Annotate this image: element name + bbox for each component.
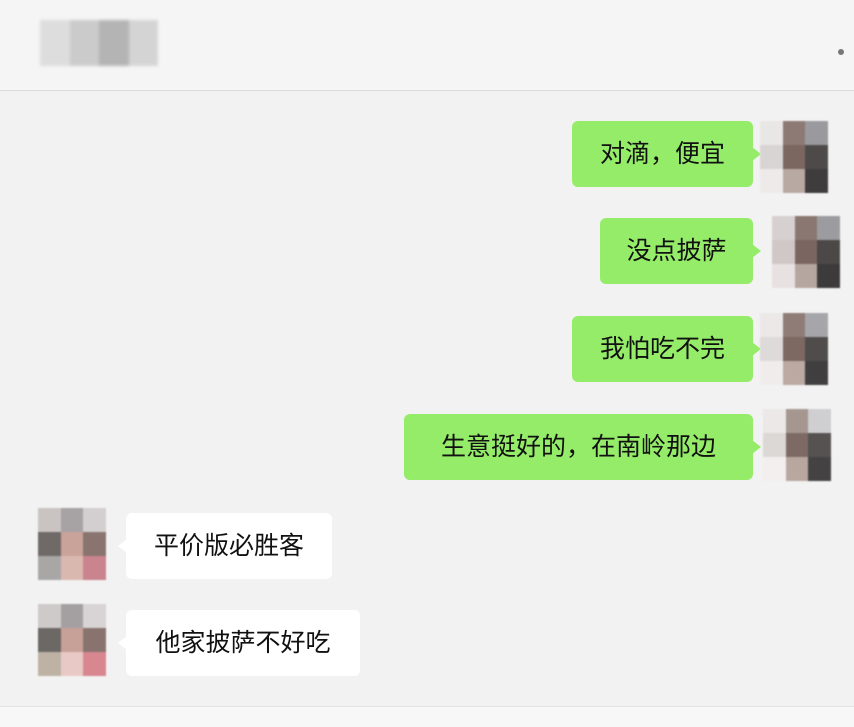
avatar[interactable]	[763, 409, 831, 481]
message-bubble[interactable]: 没点披萨	[600, 218, 761, 284]
more-icon[interactable]	[838, 49, 844, 55]
avatar[interactable]	[38, 508, 106, 580]
avatar[interactable]	[772, 216, 840, 288]
message-bubble[interactable]: 我怕吃不完	[572, 316, 761, 382]
chat-header	[0, 0, 854, 91]
message-bubble[interactable]: 平价版必胜客	[118, 513, 332, 579]
contact-name-blurred	[40, 20, 158, 66]
avatar[interactable]	[760, 313, 828, 385]
avatar[interactable]	[760, 121, 828, 193]
message-bubble[interactable]: 生意挺好的，在南岭那边	[404, 414, 761, 480]
input-area-edge	[0, 706, 854, 727]
avatar[interactable]	[38, 604, 106, 676]
message-bubble[interactable]: 对滴，便宜	[572, 121, 761, 187]
message-bubble[interactable]: 他家披萨不好吃	[118, 610, 360, 676]
message-list: 对滴，便宜 没点披萨 我怕吃不完 生意挺好的，在南岭那边 平价版必胜客 他家披萨…	[0, 91, 854, 706]
